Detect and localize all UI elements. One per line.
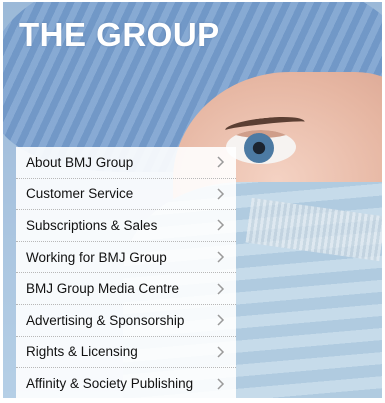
chevron-right-icon [217, 251, 225, 263]
page-title: THE GROUP [19, 16, 220, 53]
chevron-right-icon [217, 346, 225, 358]
menu-item-working[interactable]: Working for BMJ Group [16, 242, 236, 274]
menu-item-label: About BMJ Group [26, 154, 134, 170]
chevron-right-icon [217, 378, 225, 390]
menu-item-label: Subscriptions & Sales [26, 217, 158, 233]
menu-item-label: Advertising & Sponsorship [26, 312, 185, 328]
chevron-right-icon [217, 219, 225, 232]
menu-item-media-centre[interactable]: BMJ Group Media Centre [16, 273, 236, 305]
menu-item-customer-service[interactable]: Customer Service [16, 179, 236, 211]
menu-item-label: Customer Service [26, 186, 134, 202]
menu-item-advertising[interactable]: Advertising & Sponsorship [16, 305, 236, 337]
hero-image: THE GROUP About BMJ Group Customer Servi… [3, 2, 382, 398]
eye [226, 130, 296, 164]
menu-item-label: Affinity & Society Publishing [26, 376, 194, 392]
menu-item-label: BMJ Group Media Centre [26, 281, 180, 297]
chevron-right-icon [217, 283, 225, 295]
menu-item-rights[interactable]: Rights & Licensing [16, 337, 236, 369]
chevron-right-icon [217, 314, 225, 326]
chevron-right-icon [217, 156, 225, 168]
menu-item-label: Working for BMJ Group [26, 249, 167, 265]
group-menu: About BMJ Group Customer Service Subscri… [16, 147, 236, 398]
menu-item-affinity[interactable]: Affinity & Society Publishing [16, 368, 236, 398]
menu-item-about[interactable]: About BMJ Group [16, 147, 236, 179]
menu-item-label: Rights & Licensing [26, 344, 138, 360]
chevron-right-icon [217, 188, 225, 200]
menu-item-subscriptions[interactable]: Subscriptions & Sales [16, 210, 236, 242]
